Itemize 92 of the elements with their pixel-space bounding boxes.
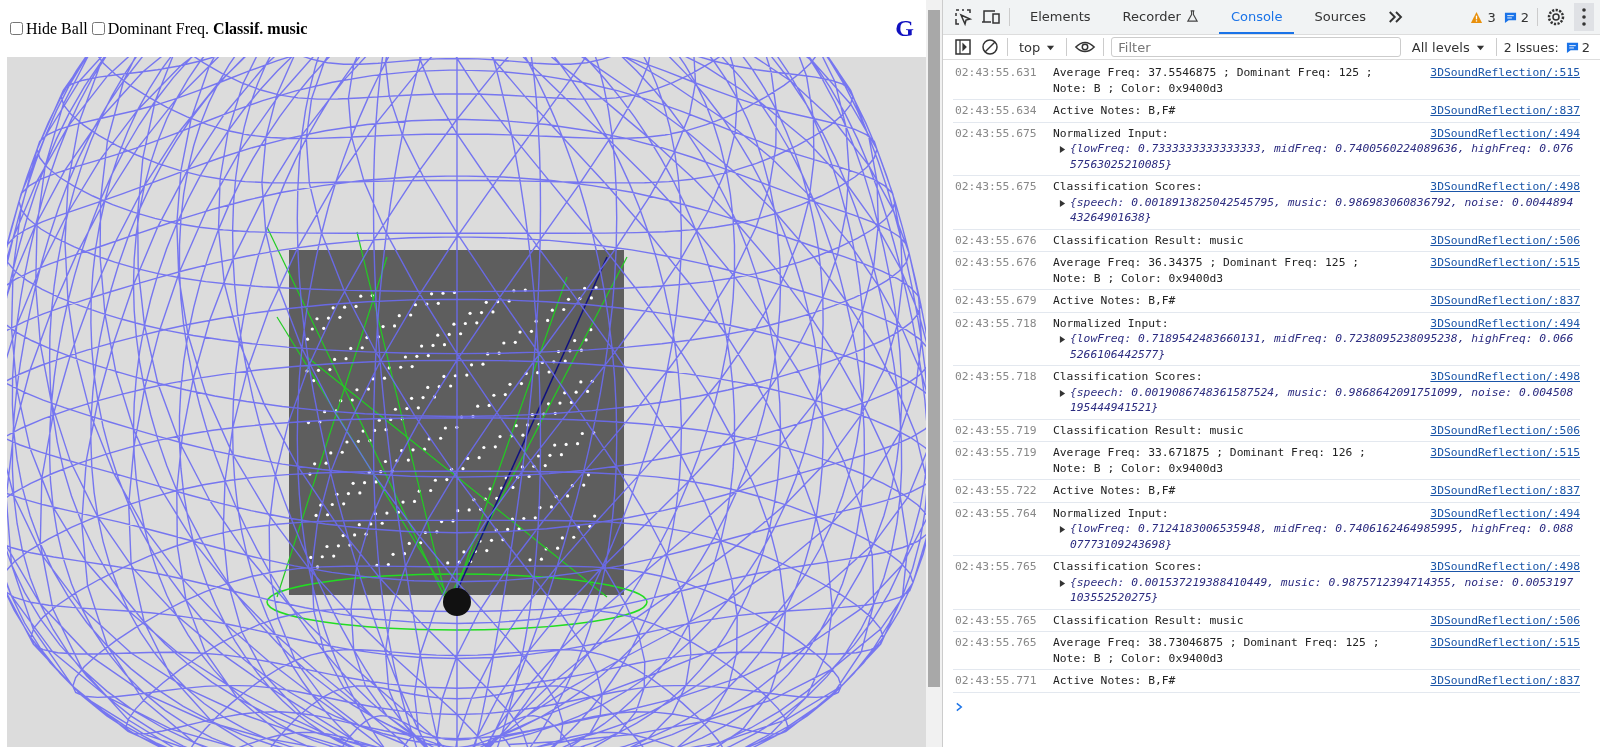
log-message: Normalized Input: [1053,505,1169,521]
log-message: Classification Scores: [1053,179,1203,195]
message-count[interactable]: 2 [1520,9,1529,25]
object-preview[interactable]: {speech: 0.001537219388410449, music: 0.9875712394714355, noise: 0.0053197103552520275} [1070,574,1580,606]
scrollbar[interactable] [926,0,943,747]
log-message: Classification Result: music [1053,232,1244,248]
timestamp: 02:43:55.765 [954,612,1038,628]
message-icon [1503,10,1517,24]
timestamp: 02:43:55.719 [954,422,1038,438]
panel-tab[interactable]: Recorder [1110,0,1211,34]
issues-count[interactable]: 2 [1581,39,1590,55]
context-dropdown[interactable]: top [1015,39,1060,55]
checkbox[interactable] [10,22,23,35]
timestamp: 02:43:55.764 [954,505,1038,522]
object-preview[interactable]: {lowFreq: 0.7189542483660131, midFreq: 0.7238095238095238, highFreq: 0.0665266106442577} [1070,331,1580,362]
expand-triangle-icon[interactable] [1059,198,1066,208]
checkbox-label[interactable]: Dominant Freq. [91,19,210,38]
log-message: Normalized Input: [1053,315,1169,331]
timestamp: 02:43:55.765 [954,559,1038,575]
expand-triangle-icon[interactable] [1059,578,1066,588]
source-link[interactable]: 3DSoundReflection/:498 [1430,179,1580,195]
timestamp: 02:43:55.718 [954,315,1038,332]
expand-triangle-icon[interactable] [1059,145,1066,154]
warning-icon [1470,10,1484,24]
timestamp: 02:43:55.675 [954,179,1038,195]
log-levels-dropdown[interactable]: All levels [1407,39,1489,55]
checkbox[interactable] [91,22,105,35]
source-link[interactable]: 3DSoundReflection/:494 [1430,315,1580,331]
source-link[interactable]: 3DSoundReflection/:515 [1430,65,1580,96]
source-link[interactable]: 3DSoundReflection/:494 [1430,125,1580,141]
timestamp: 02:43:55.719 [954,445,1038,461]
source-link[interactable]: 3DSoundReflection/:515 [1430,635,1580,666]
timestamp: 02:43:55.634 [954,103,1038,119]
source-link[interactable]: 3DSoundReflection/:506 [1430,612,1580,628]
inspect-icon[interactable] [953,7,973,27]
timestamp: 02:43:55.771 [954,673,1038,689]
warning-count[interactable]: 3 [1487,9,1496,25]
checkbox-label[interactable]: Hide Ball [10,19,88,38]
timestamp: 02:43:55.722 [954,483,1038,499]
source-link[interactable]: 3DSoundReflection/:515 [1430,445,1580,476]
log-message: Active Notes: B,F# [1053,673,1176,689]
message-icon [1565,40,1579,54]
log-message: Average Freq: 33.671875 ; Dominant Freq: 126 ; Note: B ; Color: 0x9400d3 [1053,445,1367,476]
flask-icon [1185,9,1199,23]
g-link[interactable]: G [895,15,914,42]
source-link[interactable]: 3DSoundReflection/:506 [1430,422,1580,438]
log-message: Active Notes: B,F# [1053,483,1176,499]
timestamp: 02:43:55.718 [954,369,1038,385]
source-link[interactable]: 3DSoundReflection/:494 [1430,505,1580,521]
console-prompt-icon[interactable] [955,700,964,713]
object-preview[interactable]: {lowFreq: 0.7333333333333333, midFreq: 0.7400560224089636, highFreq: 0.07657563025210085} [1070,141,1580,172]
panel-tab[interactable]: Console [1218,0,1295,34]
panel-tab[interactable]: Sources [1302,0,1378,34]
source-link[interactable]: 3DSoundReflection/:515 [1430,255,1580,286]
log-message: Active Notes: B,F# [1053,293,1176,309]
source-link[interactable]: 3DSoundReflection/:837 [1430,673,1580,689]
log-message: Average Freq: 36.34375 ; Dominant Freq: 125 ; Note: B ; Color: 0x9400d3 [1053,255,1361,286]
more-options-icon[interactable] [1574,3,1594,31]
sidebar-toggle-icon[interactable] [953,37,973,57]
source-link[interactable]: 3DSoundReflection/:506 [1430,232,1580,248]
source-link[interactable]: 3DSoundReflection/:837 [1430,483,1580,499]
log-message: Average Freq: 37.5546875 ; Dominant Freq: 125 ; Note: B ; Color: 0x9400d3 [1053,65,1374,96]
settings-icon[interactable] [1546,7,1566,27]
log-message: Average Freq: 38.73046875 ; Dominant Freq: 125 ; Note: B ; Color: 0x9400d3 [1053,635,1381,666]
log-message: Classification Scores: [1053,559,1203,575]
log-message: Classification Result: music [1053,612,1244,628]
issues-label[interactable]: 2 Issues: [1503,39,1559,55]
log-message: Classification Result: music [1053,422,1244,438]
log-message: Active Notes: B,F# [1053,103,1176,119]
object-preview[interactable]: {speech: 0.0019086748361587524, music: 0.9868642091751099, noise: 0.004508195444941521} [1070,384,1580,416]
expand-triangle-icon[interactable] [1059,335,1066,344]
classification-status: Classif. music [213,19,308,38]
object-preview[interactable]: {lowFreq: 0.7124183006535948, midFreq: 0.7406162464985995, highFreq: 0.08807773109243698} [1070,521,1580,552]
timestamp: 02:43:55.676 [954,232,1038,248]
timestamp: 02:43:55.631 [954,65,1038,81]
source-link[interactable]: 3DSoundReflection/:837 [1430,293,1580,309]
source-link[interactable]: 3DSoundReflection/:498 [1430,369,1580,385]
log-message: Classification Scores: [1053,369,1203,385]
panel-tab[interactable]: Elements [1018,0,1103,34]
object-preview[interactable]: {speech: 0.0018913825042545795, music: 0.986983060836792, noise: 0.004489443264901638} [1070,194,1580,226]
timestamp: 02:43:55.676 [954,255,1038,271]
expand-triangle-icon[interactable] [1059,525,1066,534]
expand-triangle-icon[interactable] [1059,388,1066,398]
log-message: Normalized Input: [1053,125,1169,141]
source-link[interactable]: 3DSoundReflection/:498 [1430,559,1580,575]
device-toolbar-icon[interactable] [981,7,1001,27]
clear-console-icon[interactable] [980,37,1000,57]
timestamp: 02:43:55.675 [954,125,1038,142]
filter-field[interactable]: Filter [1111,37,1401,57]
timestamp: 02:43:55.765 [954,635,1038,651]
timestamp: 02:43:55.679 [954,293,1038,309]
source-link[interactable]: 3DSoundReflection/:837 [1430,103,1580,119]
